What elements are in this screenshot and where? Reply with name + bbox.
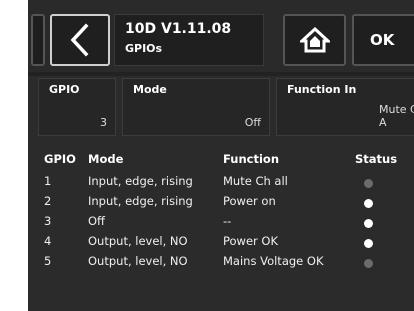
table-row[interactable]: 5 Output, level, NO Mains Voltage OK: [28, 254, 414, 274]
home-button[interactable]: [283, 14, 346, 66]
table-row[interactable]: 3 Off --: [28, 214, 414, 234]
function-in-field[interactable]: Function In Mute Ch A: [276, 78, 414, 136]
status-indicator: [364, 219, 373, 228]
function-in-field-label: Function In: [287, 83, 357, 96]
header-gpio: GPIO: [44, 152, 76, 166]
device-screen: 10D V1.11.08 GPIOs OK GPIO 3 Mode Off Fu…: [28, 0, 414, 311]
row-function: Mains Voltage OK: [223, 254, 324, 268]
row-gpio: 2: [44, 194, 52, 208]
home-icon: [299, 27, 330, 53]
top-bar: 10D V1.11.08 GPIOs OK: [28, 0, 414, 72]
header-status: Status: [355, 152, 398, 166]
header-mode: Mode: [88, 152, 124, 166]
firmware-version: 10D V1.11.08: [125, 21, 232, 37]
header-function: Function: [223, 152, 280, 166]
page-title: GPIOs: [125, 42, 163, 55]
row-function: Mute Ch all: [223, 174, 288, 188]
header-divider: [28, 72, 414, 76]
row-function: Power on: [223, 194, 276, 208]
gpio-table: GPIO Mode Function Status 1 Input, edge,…: [28, 152, 414, 274]
row-function: Power OK: [223, 234, 279, 248]
row-mode: Input, edge, rising: [88, 174, 193, 188]
gpio-field[interactable]: GPIO 3: [38, 78, 116, 136]
gpio-settings-row: GPIO 3 Mode Off Function In Mute Ch A: [28, 78, 414, 138]
row-gpio: 3: [44, 214, 52, 228]
gpio-field-value: 3: [100, 116, 107, 129]
row-mode: Input, edge, rising: [88, 194, 193, 208]
row-mode: Output, level, NO: [88, 234, 188, 248]
row-gpio: 4: [44, 234, 52, 248]
row-gpio: 1: [44, 174, 52, 188]
status-indicator: [364, 259, 373, 268]
function-in-field-value: Mute Ch A: [379, 103, 414, 129]
ok-button[interactable]: OK: [352, 14, 414, 66]
row-gpio: 5: [44, 254, 52, 268]
chevron-left-icon: [70, 23, 89, 57]
row-mode: Off: [88, 214, 105, 228]
mode-field[interactable]: Mode Off: [122, 78, 270, 136]
title-block: 10D V1.11.08 GPIOs: [114, 14, 264, 66]
table-header: GPIO Mode Function Status: [28, 152, 414, 174]
row-function: --: [223, 214, 232, 228]
status-indicator: [364, 239, 373, 248]
mode-field-value: Off: [244, 116, 261, 129]
status-indicator: [364, 179, 373, 188]
table-row[interactable]: 4 Output, level, NO Power OK: [28, 234, 414, 254]
table-row[interactable]: 2 Input, edge, rising Power on: [28, 194, 414, 214]
back-button[interactable]: [50, 14, 110, 66]
table-row[interactable]: 1 Input, edge, rising Mute Ch all: [28, 174, 414, 194]
mode-field-label: Mode: [133, 83, 167, 96]
row-mode: Output, level, NO: [88, 254, 188, 268]
side-panel-handle[interactable]: [31, 14, 45, 66]
status-indicator: [364, 199, 373, 208]
gpio-field-label: GPIO: [49, 83, 80, 96]
